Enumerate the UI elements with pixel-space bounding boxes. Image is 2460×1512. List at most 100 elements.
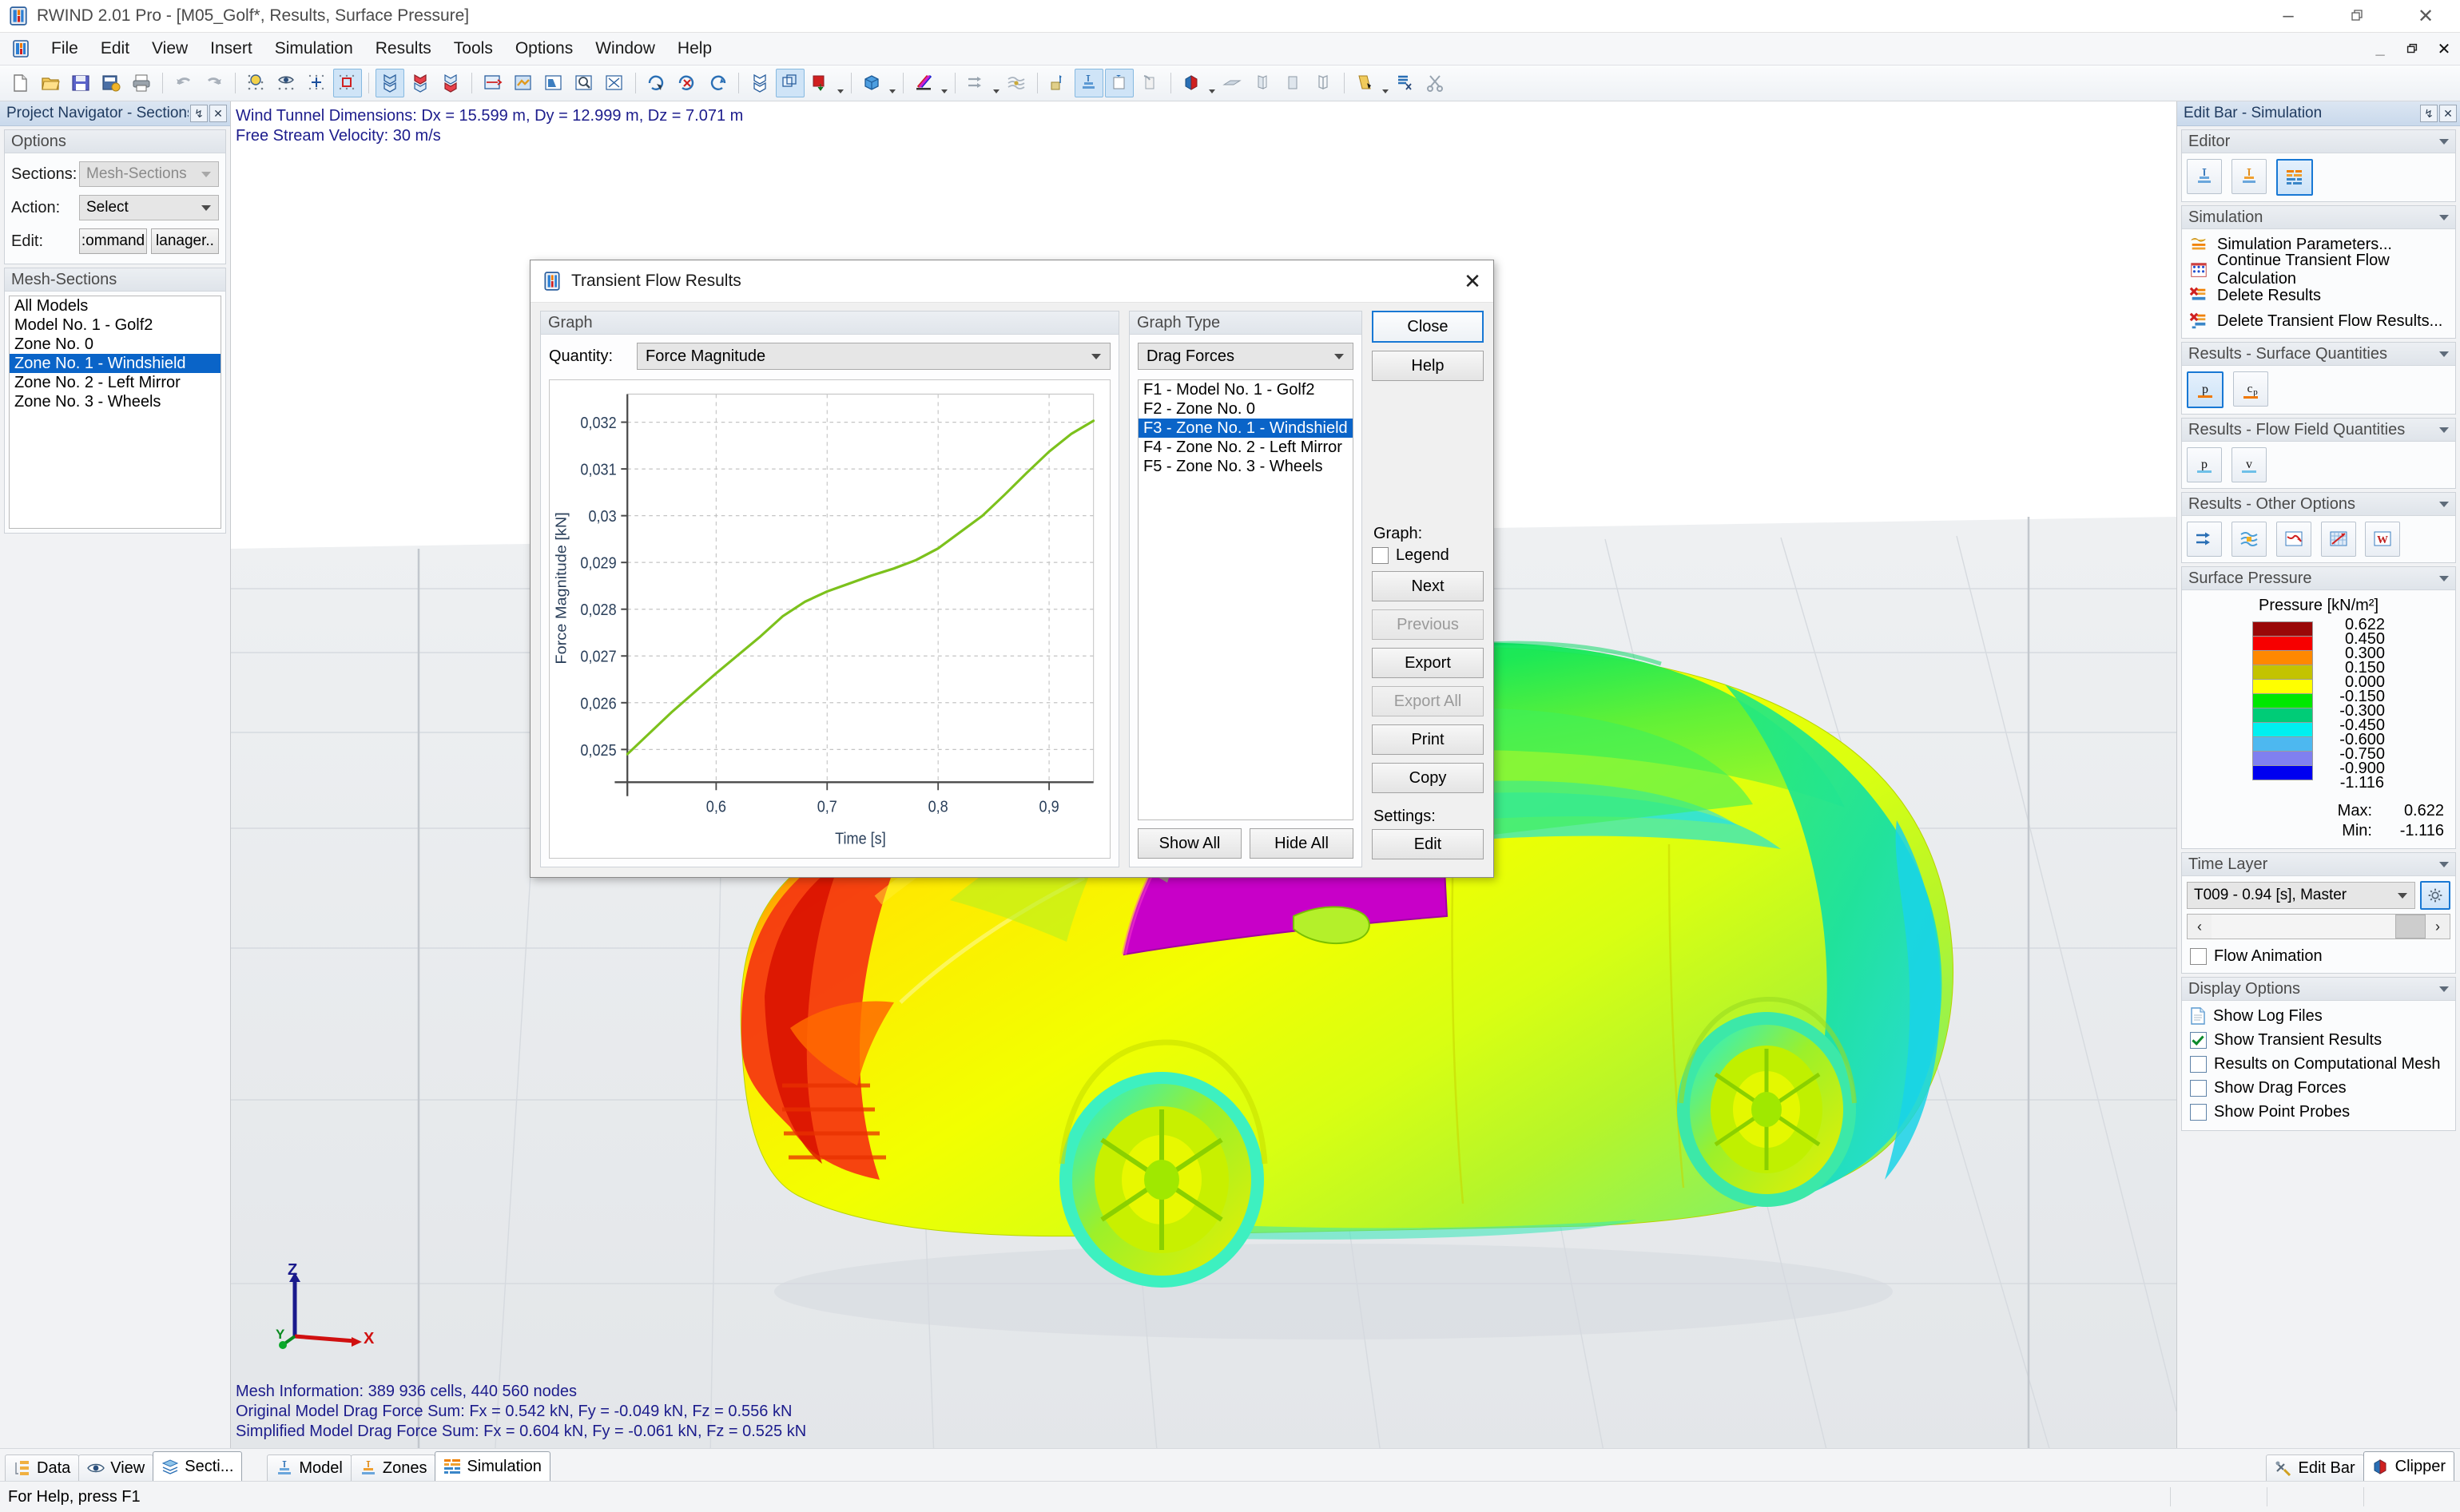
wireframe-icon[interactable] [745, 69, 774, 97]
flow-field-header[interactable]: Results - Flow Field Quantities [2182, 419, 2455, 442]
print-button[interactable]: Print [1372, 724, 1484, 755]
graph-type-select[interactable]: Drag Forces [1138, 343, 1353, 370]
layers-icon[interactable] [509, 69, 538, 97]
diagram-button[interactable] [2320, 522, 2356, 557]
panel-icon[interactable] [1278, 69, 1307, 97]
show-point-probes-row[interactable]: Show Point Probes [2187, 1100, 2450, 1124]
mesh-sections-list[interactable]: All Models Model No. 1 - Golf2 Zone No. … [9, 296, 221, 529]
list-item[interactable]: Model No. 1 - Golf2 [10, 315, 221, 335]
flow-arrows-dropdown-icon[interactable] [992, 66, 1001, 100]
menu-view[interactable]: View [141, 36, 199, 62]
flow-arrows-icon[interactable] [962, 69, 991, 97]
list-item[interactable]: Zone No. 2 - Left Mirror [10, 373, 221, 392]
print-icon[interactable] [127, 69, 156, 97]
menu-tools[interactable]: Tools [443, 36, 504, 62]
edit-settings-button[interactable]: Edit [1372, 829, 1484, 859]
results-on-computational-mesh-row[interactable]: Results on Computational Mesh [2187, 1052, 2450, 1076]
mdi-minimize-button[interactable]: _ [2364, 37, 2396, 61]
perspective-dropdown-icon[interactable] [836, 66, 845, 100]
manager-button[interactable]: lanager.. [151, 228, 219, 254]
open-folder-icon[interactable] [36, 69, 65, 97]
pin-icon[interactable]: ↯ [190, 105, 208, 122]
action-select[interactable]: Select [79, 195, 219, 220]
list-item[interactable]: Zone No. 1 - Windshield [10, 354, 221, 373]
show-transient-results-row[interactable]: Show Transient Results [2187, 1028, 2450, 1052]
display-options-header[interactable]: Display Options [2182, 978, 2455, 1001]
editor-group-header[interactable]: Editor [2182, 130, 2455, 153]
time-layer-slider[interactable]: ‹ › [2187, 914, 2450, 939]
flow-field-p-button[interactable]: p [2187, 447, 2222, 482]
save-as-icon[interactable] [97, 69, 125, 97]
menu-options[interactable]: Options [504, 36, 584, 62]
clipper-icon[interactable] [1178, 69, 1206, 97]
list-item[interactable]: F3 - Zone No. 1 - Windshield [1139, 419, 1353, 438]
command-button[interactable]: :ommand [79, 228, 147, 254]
tab-zones[interactable]: Zones [350, 1454, 436, 1481]
menu-window[interactable]: Window [584, 36, 666, 62]
continue-transient-flow-item[interactable]: Continue Transient Flow Calculation [2185, 252, 2452, 288]
editor-model-button[interactable] [2187, 159, 2222, 194]
new-file-icon[interactable] [6, 69, 34, 97]
solid-view-icon[interactable] [776, 69, 805, 97]
close-icon[interactable]: ✕ [209, 105, 227, 122]
box-view-icon[interactable] [858, 69, 887, 97]
flow-animation-row[interactable]: Flow Animation [2187, 944, 2450, 968]
other-options-header[interactable]: Results - Other Options [2182, 493, 2455, 516]
slider-next-button[interactable]: › [2426, 919, 2450, 935]
menu-file[interactable]: File [40, 36, 89, 62]
copy-button[interactable]: Copy [1372, 763, 1484, 793]
show-drag-forces-checkbox[interactable] [2190, 1079, 2207, 1097]
copy-model-icon[interactable] [1135, 69, 1164, 97]
tab-edit-bar[interactable]: Edit Bar [2266, 1454, 2364, 1481]
list-item[interactable]: F2 - Zone No. 0 [1139, 399, 1353, 419]
menu-help[interactable]: Help [666, 36, 723, 62]
selection-box-icon[interactable] [333, 69, 362, 97]
show-all-button[interactable]: Show All [1138, 828, 1242, 859]
model-view-icon[interactable] [376, 69, 404, 97]
slider-thumb[interactable] [2395, 915, 2426, 939]
mdi-close-button[interactable]: ✕ [2428, 37, 2460, 61]
select-tool-dropdown-icon[interactable] [1381, 66, 1390, 100]
visibility-icon[interactable] [272, 69, 301, 97]
snap-grid-icon[interactable] [303, 69, 332, 97]
list-item[interactable]: F1 - Model No. 1 - Golf2 [1139, 380, 1353, 399]
undo-icon[interactable] [169, 69, 198, 97]
word-export-button[interactable]: W [2365, 522, 2401, 557]
rotate-view-icon[interactable] [642, 69, 671, 97]
close-button[interactable]: Close [1372, 311, 1484, 343]
surface-pressure-p-button[interactable]: p [2187, 371, 2224, 408]
model-tab-icon[interactable] [1075, 69, 1103, 97]
tab-simulation[interactable]: Simulation [435, 1451, 550, 1481]
show-drag-forces-row[interactable]: Show Drag Forces [2187, 1076, 2450, 1100]
flow-animation-checkbox[interactable] [2190, 947, 2207, 965]
function-list[interactable]: F1 - Model No. 1 - Golf2 F2 - Zone No. 0… [1138, 379, 1353, 820]
window-close-button[interactable]: ✕ [2391, 0, 2460, 32]
redo-icon[interactable] [200, 69, 229, 97]
3d-viewport[interactable]: Wind Tunnel Dimensions: Dx = 15.599 m, D… [231, 101, 2176, 1448]
hide-all-button[interactable]: Hide All [1250, 828, 1353, 859]
surface-quantities-header[interactable]: Results - Surface Quantities [2182, 343, 2455, 366]
zones-tab-icon[interactable] [1105, 69, 1134, 97]
streamlines-button[interactable] [2231, 522, 2267, 557]
window-minimize-button[interactable]: – [2254, 0, 2323, 32]
dialog-close-icon[interactable]: ✕ [1455, 264, 1490, 299]
section-cut-icon[interactable] [479, 69, 507, 97]
results-on-computational-mesh-checkbox[interactable] [2190, 1055, 2207, 1073]
menu-results[interactable]: Results [364, 36, 443, 62]
list-item[interactable]: F4 - Zone No. 2 - Left Mirror [1139, 438, 1353, 457]
editor-zones-button[interactable] [2231, 159, 2267, 194]
slider-track[interactable] [2212, 915, 2426, 939]
time-layer-select[interactable]: T009 - 0.94 [s], Master [2187, 882, 2415, 909]
surface-cp-button[interactable]: c p [2232, 371, 2268, 407]
reset-view-icon[interactable] [673, 69, 701, 97]
colors-icon[interactable] [910, 69, 939, 97]
close-icon[interactable]: ✕ [2439, 105, 2457, 122]
editor-simulation-button[interactable] [2275, 159, 2313, 196]
export-button[interactable]: Export [1372, 648, 1484, 678]
help-button[interactable]: Help [1372, 351, 1484, 381]
model-view-3-icon[interactable] [436, 69, 465, 97]
tab-data[interactable]: Data [5, 1454, 80, 1481]
mesh-panel-icon[interactable] [1309, 69, 1337, 97]
legend-checkbox-row[interactable]: Legend [1372, 546, 1484, 565]
flow-arrows-button[interactable] [2187, 522, 2222, 557]
